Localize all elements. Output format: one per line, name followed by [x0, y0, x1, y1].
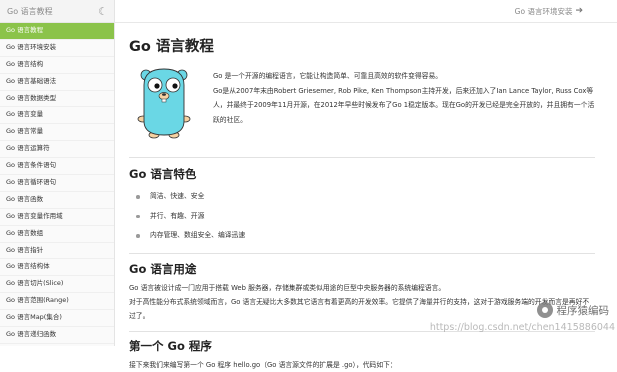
arrow-right-icon[interactable]: ➔ — [575, 6, 583, 16]
sidebar-item[interactable]: Go 语言条件语句 — [0, 158, 114, 176]
intro-paragraph: Go 是一个开源的编程语言，它能让构造简单、可靠且高效的软件变得容易。 — [213, 72, 443, 80]
sidebar-item[interactable]: Go 语言常量 — [0, 124, 114, 142]
intro-text: Go 是一个开源的编程语言，它能让构造简单、可靠且高效的软件变得容易。 Go是从… — [213, 69, 595, 127]
sidebar-item[interactable]: Go 语言变量 — [0, 107, 114, 125]
sidebar-item[interactable]: Go 语言结构体 — [0, 259, 114, 277]
sidebar-list: Go 语言教程 Go 语言环境安装 Go 语言结构 Go 语言基础语法 Go 语言数据类… — [0, 23, 114, 346]
feature-item: 内存管理、数组安全、编译迅速 — [129, 226, 595, 246]
sidebar-item[interactable]: Go 语言循环语句 — [0, 175, 114, 192]
usage-paragraph: Go 语言被设计成一门应用于搭载 Web 服务器，存储集群或类似用途的巨型中央服… — [129, 283, 446, 292]
wechat-icon — [536, 302, 553, 318]
features-heading: Go 语言特色 — [129, 167, 197, 181]
sidebar-item[interactable]: Go 语言基础语法 — [0, 74, 114, 91]
sidebar-title: Go 语言教程 — [7, 6, 53, 16]
first-program-paragraph: 接下来我们来编写第一个 Go 程序 hello.go（Go 语言源文件的扩展是 … — [129, 360, 397, 369]
next-page-link[interactable]: Go 语言环境安装 — [515, 6, 573, 17]
sidebar-item[interactable]: Go 语言Map(集合) — [0, 310, 114, 328]
sidebar-item[interactable]: Go 语言数据类型 — [0, 91, 114, 108]
sidebar-item[interactable]: Go 语言教程 — [0, 23, 114, 40]
usage-heading: Go 语言用途 — [129, 261, 197, 276]
watermark-account: 程序猿编码 — [556, 304, 610, 317]
divider — [129, 157, 595, 158]
intro-paragraph: Go是从2007年末由Robert Griesemer, Rob Pike, K… — [213, 86, 595, 124]
sidebar-item[interactable]: Go 语言范围(Range) — [0, 293, 114, 311]
sidebar-item[interactable]: Go 语言运算符 — [0, 141, 114, 159]
sidebar-item[interactable]: Go 语言函数 — [0, 192, 114, 209]
feature-item: 简洁、快速、安全 — [129, 187, 595, 207]
sidebar-item[interactable]: Go 语言结构 — [0, 57, 114, 74]
wechat-watermark: 程序猿编码 — [536, 302, 610, 318]
main-panel: Go 语言环境安装 ➔ Go 语言教程 Go 是一个开源的编程语言，它能让构造简… — [114, 0, 617, 369]
divider — [129, 252, 595, 254]
intro-section: Go 是一个开源的编程语言，它能让构造简单、可靠且高效的软件变得容易。 Go是从… — [129, 65, 595, 145]
usage-paragraph: 对于高性能分布式系统领域而言，Go 语言无疑比大多数其它语言有着更高的开发效率。… — [129, 297, 590, 320]
page-title: Go 语言教程 — [129, 39, 214, 55]
sidebar-item[interactable]: Go 语言数组 — [0, 226, 114, 243]
moon-icon[interactable]: ☾ — [98, 5, 108, 18]
top-nav: Go 语言环境安装 ➔ — [114, 0, 617, 23]
sidebar-header: Go 语言教程 ☾ — [0, 0, 114, 23]
go-gopher-logo — [137, 68, 191, 139]
features-list: 简洁、快速、安全 并行、有趣、开源 内存管理、数组安全、编译迅速 — [129, 187, 595, 246]
sidebar-item[interactable]: Go 语言递归函数 — [0, 327, 114, 344]
watermark-url: https://blog.csdn.net/chen1415886044 — [429, 322, 615, 333]
sidebar-item[interactable]: Go 语言环境安装 — [0, 40, 114, 57]
feature-item: 并行、有趣、开源 — [129, 207, 595, 227]
sidebar-item[interactable]: Go 语言变量作用域 — [0, 209, 114, 226]
article: Go 语言教程 Go 是一个开源的编程语言，它能让构造简单、可靠且高效的软件变得… — [129, 22, 595, 372]
sidebar-item[interactable]: Go 语言切片(Slice) — [0, 276, 114, 294]
sidebar-item[interactable]: Go 语言指针 — [0, 243, 114, 260]
sidebar: Go 语言教程 ☾ Go 语言教程 Go 语言环境安装 Go 语言结构 Go 语言基础… — [0, 0, 115, 346]
